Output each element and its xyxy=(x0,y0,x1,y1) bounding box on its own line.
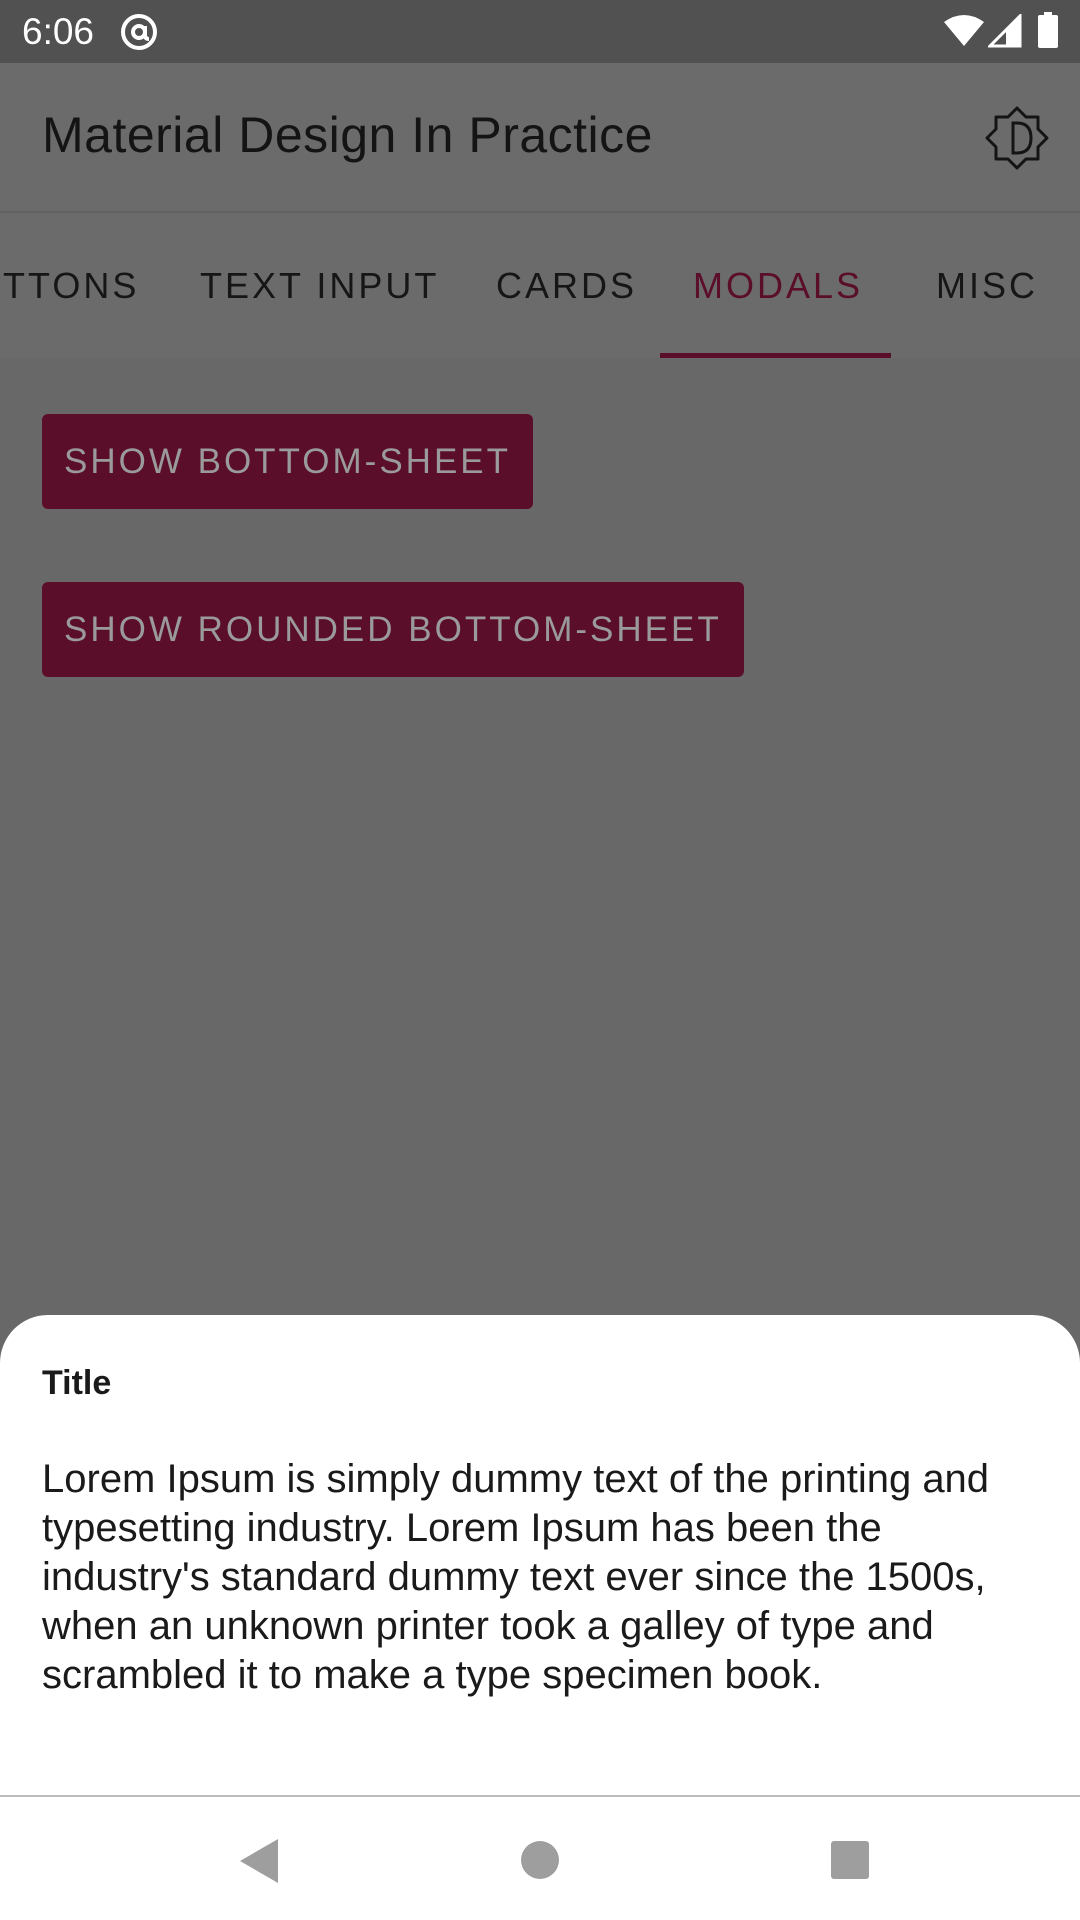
tab-bar: TTONS TEXT INPUT CARDS MODALS MISC xyxy=(0,211,1080,360)
tab-cards[interactable]: CARDS xyxy=(496,213,637,358)
bottom-sheet-body: Lorem Ipsum is simply dummy text of the … xyxy=(42,1457,990,1697)
bottom-sheet-title: Title xyxy=(42,1364,112,1402)
app-title: Material Design In Practice xyxy=(42,107,653,163)
bottom-sheet: Title Lorem Ipsum is simply dummy text o… xyxy=(0,1315,1080,1795)
navigation-bar xyxy=(0,1795,1080,1920)
app-bar: Material Design In Practice xyxy=(0,63,1080,211)
show-bottom-sheet-button[interactable]: SHOW BOTTOM-SHEET xyxy=(42,414,534,509)
tab-modals[interactable]: MODALS xyxy=(693,213,863,358)
tab-buttons[interactable]: TTONS xyxy=(3,213,139,358)
screen: 6:06 Material Design In Practice TTONS T… xyxy=(0,0,1080,1920)
back-icon[interactable] xyxy=(238,1837,280,1885)
home-icon[interactable] xyxy=(519,1839,561,1881)
status-time: 6:06 xyxy=(22,11,95,52)
cell-signal-icon xyxy=(988,14,1022,48)
at-sign-icon xyxy=(121,14,157,50)
wifi-icon xyxy=(944,15,984,46)
recents-icon[interactable] xyxy=(830,1840,870,1880)
tab-text-input[interactable]: TEXT INPUT xyxy=(200,213,439,358)
battery-icon xyxy=(1038,12,1058,48)
tab-misc[interactable]: MISC xyxy=(936,213,1038,358)
show-rounded-bottom-sheet-button[interactable]: SHOW ROUNDED BOTTOM-SHEET xyxy=(42,582,744,677)
brightness-auto-icon[interactable] xyxy=(984,105,1050,171)
status-bar: 6:06 xyxy=(0,0,1080,63)
